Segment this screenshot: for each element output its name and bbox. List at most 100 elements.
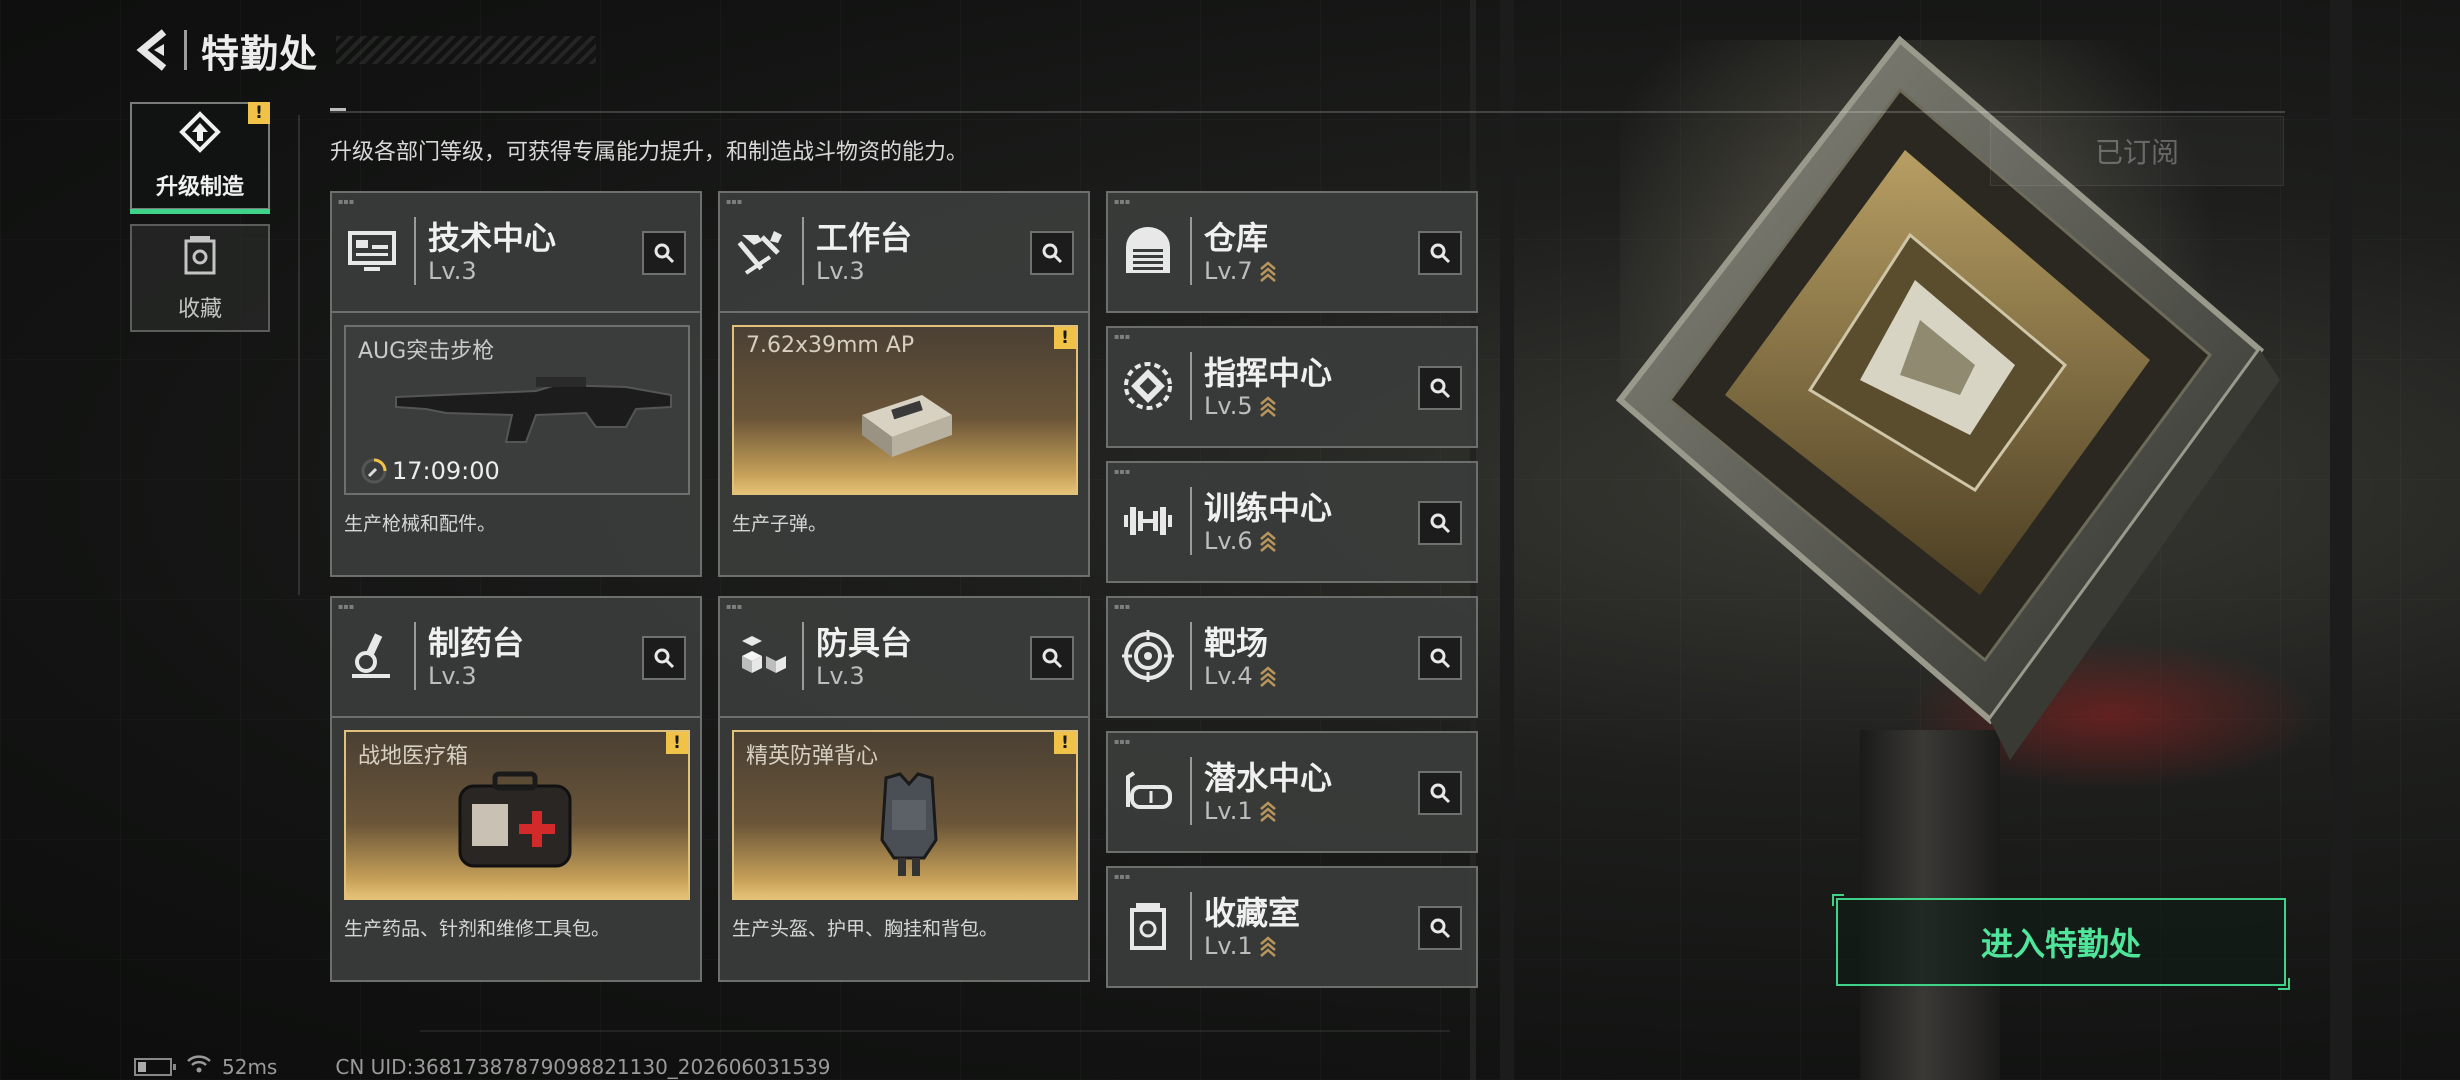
dept-card-pharmacy[interactable]: ▪▪▪ 制药台 Lv.3: [330, 596, 702, 718]
product-title: 精英防弹背心: [746, 744, 879, 769]
dept-name: 防具台: [816, 624, 913, 662]
battery-icon: [134, 1057, 176, 1076]
tab-upgrade-manufacture[interactable]: ! 升级制造: [130, 102, 270, 214]
back-arrow-icon: [136, 29, 167, 71]
production-panel-armor-bench[interactable]: ! 精英防弹背心 生产头盔、护甲、胸挂和背包。: [718, 718, 1090, 982]
dept-card-armor-bench[interactable]: ▪▪▪ 防具台 Lv.3: [718, 596, 1090, 718]
warehouse-icon: [1120, 223, 1176, 279]
dept-name: 训练中心: [1204, 489, 1333, 527]
dumbbell-icon: [1120, 493, 1176, 549]
warning-badge: !: [1054, 327, 1076, 349]
title-decoration: [336, 36, 597, 64]
production-timer: 17:09:00: [360, 457, 500, 485]
upgrade-chevron-icon: [1259, 259, 1277, 283]
tab-label: 收藏: [177, 297, 222, 322]
dept-card-command-center[interactable]: ▪▪▪ 指挥中心 Lv.5: [1106, 326, 1478, 448]
warning-badge: !: [248, 102, 270, 124]
tech-center-icon: [344, 223, 400, 279]
production-description: 生产子弹。: [732, 513, 828, 535]
dept-name: 收藏室: [1204, 894, 1301, 932]
dept-card-shooting-range[interactable]: ▪▪▪ 靶场 Lv.4: [1106, 596, 1478, 718]
upgrade-chevron-icon: [1259, 664, 1277, 688]
medkit-image: [458, 771, 572, 868]
ammo-box-image: [862, 395, 952, 457]
dept-level: Lv.1: [1204, 932, 1277, 960]
upgrade-arrow-icon: [178, 111, 222, 159]
rifle-image: [395, 377, 672, 443]
dept-card-training-center[interactable]: ▪▪▪ 训练中心 Lv.6: [1106, 461, 1478, 583]
production-slot[interactable]: ! 战地医疗箱: [344, 730, 690, 900]
search-button[interactable]: [1418, 231, 1462, 275]
dept-card-workbench[interactable]: ▪▪▪ 工作台 Lv.3: [718, 191, 1090, 313]
search-button[interactable]: [1418, 501, 1462, 545]
cubes-icon: [732, 628, 788, 684]
upgrade-chevron-icon: [1259, 934, 1277, 958]
dept-level: Lv.4: [1204, 662, 1277, 690]
dept-level: Lv.5: [1204, 392, 1277, 420]
magnifier-icon: [1430, 243, 1451, 264]
search-button[interactable]: [1418, 636, 1462, 680]
dept-name: 靶场: [1204, 624, 1269, 662]
back-button[interactable]: [130, 20, 178, 80]
dept-level: Lv.3: [816, 662, 865, 690]
divider: [330, 111, 2285, 113]
uid-text: CN UID:3681738787909882113​0_20260603153…: [335, 1054, 831, 1079]
dept-name: 技术中心: [428, 219, 557, 257]
production-slot[interactable]: AUG突击步枪 17:09:00: [344, 325, 690, 495]
magnifier-icon: [654, 243, 675, 264]
dept-name: 制药台: [428, 624, 525, 662]
header: 特勤处: [130, 20, 597, 80]
dept-level: Lv.1: [1204, 797, 1277, 825]
page-title: 特勤处: [201, 31, 319, 76]
production-panel-workbench[interactable]: ! 7.62x39mm AP 生产子弹。: [718, 313, 1090, 577]
search-button[interactable]: [1418, 366, 1462, 410]
hammer-icon: [732, 223, 788, 279]
production-slot[interactable]: ! 精英防弹背心: [732, 730, 1078, 900]
production-panel-tech-center[interactable]: AUG突击步枪 17:09:00 生产枪械和配件。: [330, 313, 702, 577]
warning-badge: !: [1054, 732, 1076, 754]
vest-image: [880, 772, 938, 876]
magnifier-icon: [1430, 648, 1451, 669]
ping-value: 52ms: [222, 1054, 278, 1079]
timer-wrench-icon: [361, 458, 387, 484]
production-slot[interactable]: ! 7.62x39mm AP: [732, 325, 1078, 495]
microscope-icon: [344, 628, 400, 684]
enter-special-ops-button[interactable]: 进入特勤处: [1832, 894, 2290, 990]
search-button[interactable]: [1418, 771, 1462, 815]
production-description: 生产头盔、护甲、胸挂和背包。: [732, 918, 999, 940]
magnifier-icon: [1430, 918, 1451, 939]
magnifier-icon: [1430, 378, 1451, 399]
dept-card-warehouse[interactable]: ▪▪▪ 仓库 Lv.7: [1106, 191, 1478, 313]
dept-level: Lv.3: [428, 257, 477, 285]
search-button[interactable]: [1030, 636, 1074, 680]
divider: [298, 115, 300, 595]
tab-label: 升级制造: [155, 175, 244, 200]
tab-collection[interactable]: 收藏: [130, 224, 270, 332]
chip-icon: [1120, 358, 1176, 414]
page-description: 升级各部门等级，可获得专属能力提升，和制造战斗物资的能力。: [330, 140, 969, 165]
production-description: 生产枪械和配件。: [344, 513, 497, 535]
search-button[interactable]: [1418, 906, 1462, 950]
search-button[interactable]: [642, 231, 686, 275]
product-title: 7.62x39mm AP: [746, 333, 915, 358]
dept-level: Lv.3: [816, 257, 865, 285]
divider-tick: [330, 108, 346, 111]
dept-name: 仓库: [1204, 219, 1269, 257]
status-bar: 52ms CN UID:3681738787909882113​0_202606…: [134, 1054, 831, 1079]
dept-card-dive-center[interactable]: ▪▪▪ 潜水中心 Lv.1: [1106, 731, 1478, 853]
dept-card-tech-center[interactable]: ▪▪▪ 技术中心 Lv.3: [330, 191, 702, 313]
magnifier-icon: [1042, 243, 1063, 264]
collection-icon: [178, 233, 222, 281]
dept-name: 潜水中心: [1204, 759, 1333, 797]
magnifier-icon: [1430, 783, 1451, 804]
production-description: 生产药品、针剂和维修工具包。: [344, 918, 611, 940]
search-button[interactable]: [1030, 231, 1074, 275]
search-button[interactable]: [642, 636, 686, 680]
subscribed-label[interactable]: 已订阅: [1990, 116, 2284, 186]
dept-card-collection-room[interactable]: ▪▪▪ 收藏室 Lv.1: [1106, 866, 1478, 988]
upgrade-chevron-icon: [1259, 799, 1277, 823]
dept-level: Lv.7: [1204, 257, 1277, 285]
magnifier-icon: [1430, 513, 1451, 534]
production-panel-pharmacy[interactable]: ! 战地医疗箱 生产药品、针剂和维修工具包。: [330, 718, 702, 982]
dept-name: 指挥中心: [1204, 354, 1333, 392]
